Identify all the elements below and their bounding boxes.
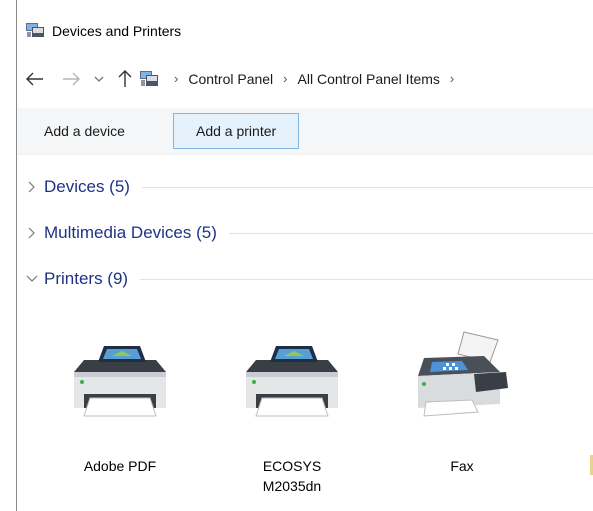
device-tile-fax[interactable]: Fax: [392, 312, 532, 502]
breadcrumb-separator-icon[interactable]: ›: [174, 69, 178, 89]
up-arrow-icon[interactable]: [117, 68, 133, 90]
group-label[interactable]: Multimedia Devices (5): [44, 221, 217, 245]
add-device-button[interactable]: Add a device: [35, 113, 134, 149]
group-label[interactable]: Printers (9): [44, 267, 128, 291]
group-header-multimedia-devices[interactable]: Multimedia Devices (5): [17, 219, 593, 247]
printer-icon: [70, 312, 170, 432]
chevron-right-icon[interactable]: [24, 179, 40, 195]
forward-arrow-icon[interactable]: [61, 68, 81, 90]
group-divider: [141, 186, 593, 188]
control-panel-location-icon[interactable]: [140, 70, 158, 87]
breadcrumb-all-control-panel-items[interactable]: All Control Panel Items: [298, 69, 440, 89]
chevron-right-icon[interactable]: [24, 225, 40, 241]
device-name: ECOSYS M2035dn: [222, 456, 362, 496]
title-bar: Devices and Printers: [17, 0, 593, 52]
recent-locations-chevron-icon[interactable]: [92, 68, 106, 90]
device-tile-ecosys-m2035dn[interactable]: ECOSYS M2035dn: [222, 312, 362, 502]
breadcrumb-separator-icon[interactable]: ›: [450, 69, 454, 89]
devices-and-printers-window: Devices and Printers › Control Panel › A…: [16, 0, 593, 511]
fax-icon: [412, 312, 512, 432]
breadcrumb-control-panel[interactable]: Control Panel: [188, 69, 273, 89]
address-bar: › Control Panel › All Control Panel Item…: [17, 64, 593, 94]
command-bar: Add a device Add a printer: [17, 108, 593, 155]
device-tile-adobe-pdf[interactable]: Adobe PDF: [50, 312, 190, 502]
chevron-down-icon[interactable]: [24, 271, 40, 287]
add-printer-button[interactable]: Add a printer: [173, 113, 300, 149]
device-name: Fax: [450, 458, 474, 474]
devices-and-printers-icon: [26, 22, 44, 38]
breadcrumb: › Control Panel › All Control Panel Item…: [164, 69, 464, 89]
device-name-line: ECOSYS: [262, 458, 322, 474]
device-name-line: M2035dn: [262, 478, 322, 494]
group-label[interactable]: Devices (5): [44, 175, 130, 199]
device-name: Adobe PDF: [83, 458, 157, 474]
window-title: Devices and Printers: [52, 23, 182, 39]
group-header-devices[interactable]: Devices (5): [17, 173, 593, 201]
breadcrumb-separator-icon[interactable]: ›: [283, 69, 287, 89]
printer-icon: [242, 312, 342, 432]
group-header-printers[interactable]: Printers (9): [17, 265, 593, 293]
group-divider: [140, 278, 593, 280]
back-arrow-icon[interactable]: [25, 68, 45, 90]
group-divider: [228, 232, 593, 234]
